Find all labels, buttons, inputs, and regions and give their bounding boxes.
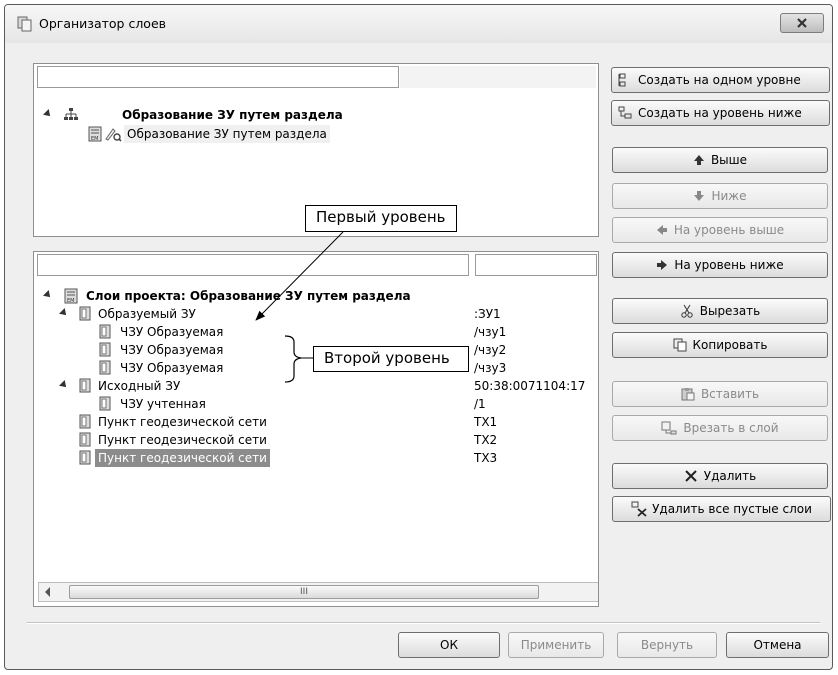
move-down-button[interactable]: Ниже [612,183,828,209]
scissors-icon [681,304,693,318]
title-bar: Организатор слоев [5,5,832,43]
copy-button[interactable]: Копировать [612,332,828,358]
layer-icon [79,414,91,429]
layers-app-icon [17,16,32,32]
delete-empty-layers-button[interactable]: Удалить все пустые слои [612,496,831,522]
tree-node-layer[interactable]: Образуемый ЗУ :ЗУ1 [59,305,590,323]
arrow-left-icon [656,225,667,235]
templates-filter-input[interactable] [37,66,399,88]
tree-node-layer[interactable]: Пункт геодезической сети ТХ1 [78,413,590,431]
revert-button[interactable]: Вернуть [617,632,717,658]
layer-value: /чзу1 [474,325,507,339]
cut-button[interactable]: Вырезать [612,298,828,324]
layer-label: ЧЗУ Образуемая [120,343,224,357]
layer-label: Исходный ЗУ [98,379,181,393]
tree-node-project-root[interactable]: EM Слои проекта: Образование ЗУ путем ра… [43,287,598,305]
window-title: Организатор слоев [39,16,167,31]
scroll-thumb[interactable]: III [69,585,539,599]
svg-text:EM: EM [67,298,74,304]
create-level-below-button[interactable]: Создать на уровень ниже [611,100,830,126]
delete-x-icon [685,470,697,482]
create-level-below-icon [618,106,632,119]
create-same-level-button[interactable]: Создать на одном уровне [611,67,830,93]
copy-icon [673,338,687,352]
layer-label: Пункт геодезической сети [95,449,270,467]
layer-value: 50:38:0071104:17 [474,379,586,393]
insert-into-layer-icon [661,421,677,435]
tree-node-template-child[interactable]: EM Образование ЗУ путем раздела [88,125,508,143]
edit-search-icon [105,128,122,142]
project-layers-icon: EM [64,288,78,304]
project-root-label: Слои проекта: Образование ЗУ путем разде… [86,289,411,303]
callout-second-level: Второй уровень [313,346,469,372]
expand-triangle-icon[interactable] [59,308,69,318]
tree-node-template-root[interactable]: Образование ЗУ путем раздела [43,106,544,124]
arrow-up-icon [693,155,704,165]
tree-node-layer[interactable]: ЧЗУ Образуемая /чзу1 [98,323,590,341]
layer-value: /чзу2 [474,343,507,357]
layer-icon [79,378,91,393]
layer-icon [99,360,111,375]
layer-organizer-dialog: Организатор слоев Образование ЗУ путем р… [4,4,833,670]
layer-icon [79,450,91,465]
tree-node-layer[interactable]: ЧЗУ учтенная /1 [98,395,590,413]
move-up-button[interactable]: Выше [612,147,828,173]
paste-button[interactable]: Вставить [612,381,828,407]
layer-label: ЧЗУ учтенная [120,397,206,411]
layer-label: ЧЗУ Образуемая [120,361,224,375]
expand-triangle-icon[interactable] [43,109,53,119]
close-icon [797,18,807,28]
arrow-down-icon [694,191,705,201]
layer-icon [99,396,111,411]
layer-value: :ЗУ1 [474,307,501,321]
layers-value-filter-input[interactable] [475,254,597,276]
template-child-label: Образование ЗУ путем раздела [124,125,330,143]
layer-label: Образуемый ЗУ [98,307,196,321]
expand-triangle-icon[interactable] [59,380,69,390]
tree-node-layer[interactable]: Исходный ЗУ 50:38:0071104:17 [59,377,590,395]
expand-triangle-icon[interactable] [43,290,53,300]
tree-node-layer-selected[interactable]: Пункт геодезической сети ТХ3 [78,449,590,467]
layer-icon [99,342,111,357]
layer-icon [99,324,111,339]
layer-label: ЧЗУ Образуемая [120,325,224,339]
delete-empty-layers-icon [631,501,647,517]
cut-into-layer-button[interactable]: Врезать в слой [612,415,828,441]
layer-value: ТХ1 [474,415,498,429]
scroll-left-arrow-icon[interactable] [45,587,51,597]
layer-value: ТХ3 [474,451,498,465]
templates-filter-header-rest [400,66,596,88]
hierarchy-icon [64,108,78,120]
layer-icon [79,306,91,321]
cancel-button[interactable]: Отмена [726,632,829,658]
callout-first-level: Первый уровень [305,205,457,232]
level-up-button[interactable]: На уровень выше [612,217,828,243]
layer-value: /чзу3 [474,361,507,375]
layer-template-icon: EM [88,126,102,142]
horizontal-scrollbar[interactable]: III [38,582,598,602]
svg-text:EM: EM [91,136,98,142]
level-down-button[interactable]: На уровень ниже [612,252,828,278]
tree-node-layer[interactable]: Пункт геодезической сети ТХ2 [78,431,590,449]
layer-value: ТХ2 [474,433,498,447]
layer-value: /1 [474,397,486,411]
layers-filter-input[interactable] [37,254,469,276]
project-layers-tree-panel: EM Слои проекта: Образование ЗУ путем ра… [33,251,599,607]
layer-icon [79,432,91,447]
close-button[interactable] [780,13,824,33]
paste-icon [681,388,695,401]
apply-button[interactable]: Применить [508,632,604,658]
ok-button[interactable]: ОК [398,632,500,658]
arrow-right-icon [657,260,668,270]
layer-label: Пункт геодезической сети [98,415,267,429]
footer-separator [27,622,820,624]
layer-label: Пункт геодезической сети [98,433,267,447]
delete-button[interactable]: Удалить [612,463,828,489]
template-root-label: Образование ЗУ путем раздела [122,108,343,122]
create-same-level-icon [618,73,626,87]
